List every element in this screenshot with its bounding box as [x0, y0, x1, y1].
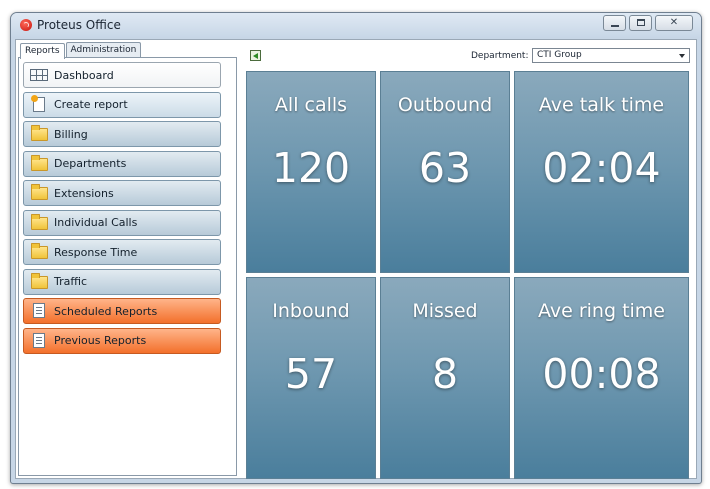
nav-item-label: Response Time [54, 245, 138, 259]
stat-tile-outbound[interactable]: Outbound 63 [380, 71, 510, 273]
client-area: Reports Administration Dashboard Create … [15, 39, 697, 479]
tab-administration[interactable]: Administration [65, 42, 142, 58]
dashboard-panel: Department: CTI Group All calls 120 Outb… [238, 42, 696, 479]
close-icon: ✕ [669, 17, 679, 28]
tab-strip: Reports Administration [20, 42, 142, 59]
minimize-button[interactable] [603, 15, 626, 31]
stat-tile-all-calls[interactable]: All calls 120 [246, 71, 376, 273]
nav-item-extensions[interactable]: Extensions [23, 180, 221, 206]
stat-value: 02:04 [542, 144, 661, 192]
nav-item-traffic[interactable]: Traffic [23, 268, 221, 295]
folder-icon [30, 184, 48, 202]
stat-tile-ave-ring-time[interactable]: Ave ring time 00:08 [514, 277, 689, 479]
stat-value: 00:08 [542, 350, 661, 398]
folder-icon [30, 125, 48, 143]
grid-icon [30, 66, 48, 84]
folder-icon [30, 154, 48, 173]
stat-tile-ave-talk-time[interactable]: Ave talk time 02:04 [514, 71, 689, 273]
document-icon [30, 332, 48, 350]
folder-icon [30, 272, 48, 291]
nav-item-departments[interactable]: Departments [23, 150, 221, 177]
nav-item-label: Scheduled Reports [54, 304, 158, 318]
stat-value: 63 [418, 144, 472, 192]
tab-reports[interactable]: Reports [20, 43, 65, 59]
nav-item-previous-reports[interactable]: Previous Reports [23, 327, 221, 354]
stat-label: Inbound [272, 300, 350, 322]
stat-value: 57 [284, 350, 338, 398]
app-window: Proteus Office ✕ Reports Administration … [10, 12, 702, 484]
department-select[interactable]: CTI Group [532, 48, 690, 63]
department-value: CTI Group [537, 50, 582, 60]
stat-label: Ave talk time [538, 94, 665, 116]
nav-item-response-time[interactable]: Response Time [23, 239, 221, 265]
stat-tile-missed[interactable]: Missed 8 [380, 277, 510, 479]
nav-item-label: Create report [54, 98, 128, 111]
department-label: Department: [471, 51, 529, 61]
nav-item-label: Departments [54, 157, 127, 170]
maximize-icon [637, 19, 645, 26]
nav-item-label: Dashboard [54, 68, 114, 82]
nav-item-individual-calls[interactable]: Individual Calls [23, 209, 221, 236]
stat-label: All calls [274, 94, 348, 116]
stat-label: Ave ring time [537, 300, 666, 322]
document-icon [30, 302, 48, 320]
chevron-down-icon [679, 54, 685, 58]
stats-grid: All calls 120 Outbound 63 Ave talk time … [246, 71, 689, 479]
nav-item-scheduled-reports[interactable]: Scheduled Reports [23, 298, 221, 324]
minimize-icon [611, 25, 619, 27]
nav-item-label: Previous Reports [54, 334, 147, 347]
stat-label: Outbound [397, 94, 493, 116]
nav-item-dashboard[interactable]: Dashboard [23, 62, 221, 88]
nav-item-billing[interactable]: Billing [23, 121, 221, 147]
stat-value: 8 [431, 350, 459, 398]
report-nav-list: Dashboard Create report Billing Departme… [23, 62, 221, 357]
title-bar: Proteus Office ✕ [11, 13, 701, 37]
nav-item-label: Billing [54, 127, 88, 141]
stat-label: Missed [412, 300, 478, 322]
reports-panel: Dashboard Create report Billing Departme… [18, 57, 237, 476]
stat-tile-inbound[interactable]: Inbound 57 [246, 277, 376, 479]
folder-icon [30, 213, 48, 232]
folder-icon [30, 243, 48, 261]
nav-item-label: Individual Calls [54, 216, 138, 229]
close-button[interactable]: ✕ [655, 15, 693, 31]
window-controls: ✕ [603, 15, 693, 31]
proteus-logo-icon [20, 19, 32, 31]
back-arrow-icon[interactable] [250, 50, 261, 61]
stat-value: 120 [271, 144, 351, 192]
maximize-button[interactable] [629, 15, 652, 31]
window-title: Proteus Office [37, 18, 121, 32]
nav-item-label: Extensions [54, 186, 114, 200]
new-report-icon [30, 94, 48, 114]
nav-item-label: Traffic [54, 275, 88, 288]
nav-item-create-report[interactable]: Create report [23, 91, 221, 118]
